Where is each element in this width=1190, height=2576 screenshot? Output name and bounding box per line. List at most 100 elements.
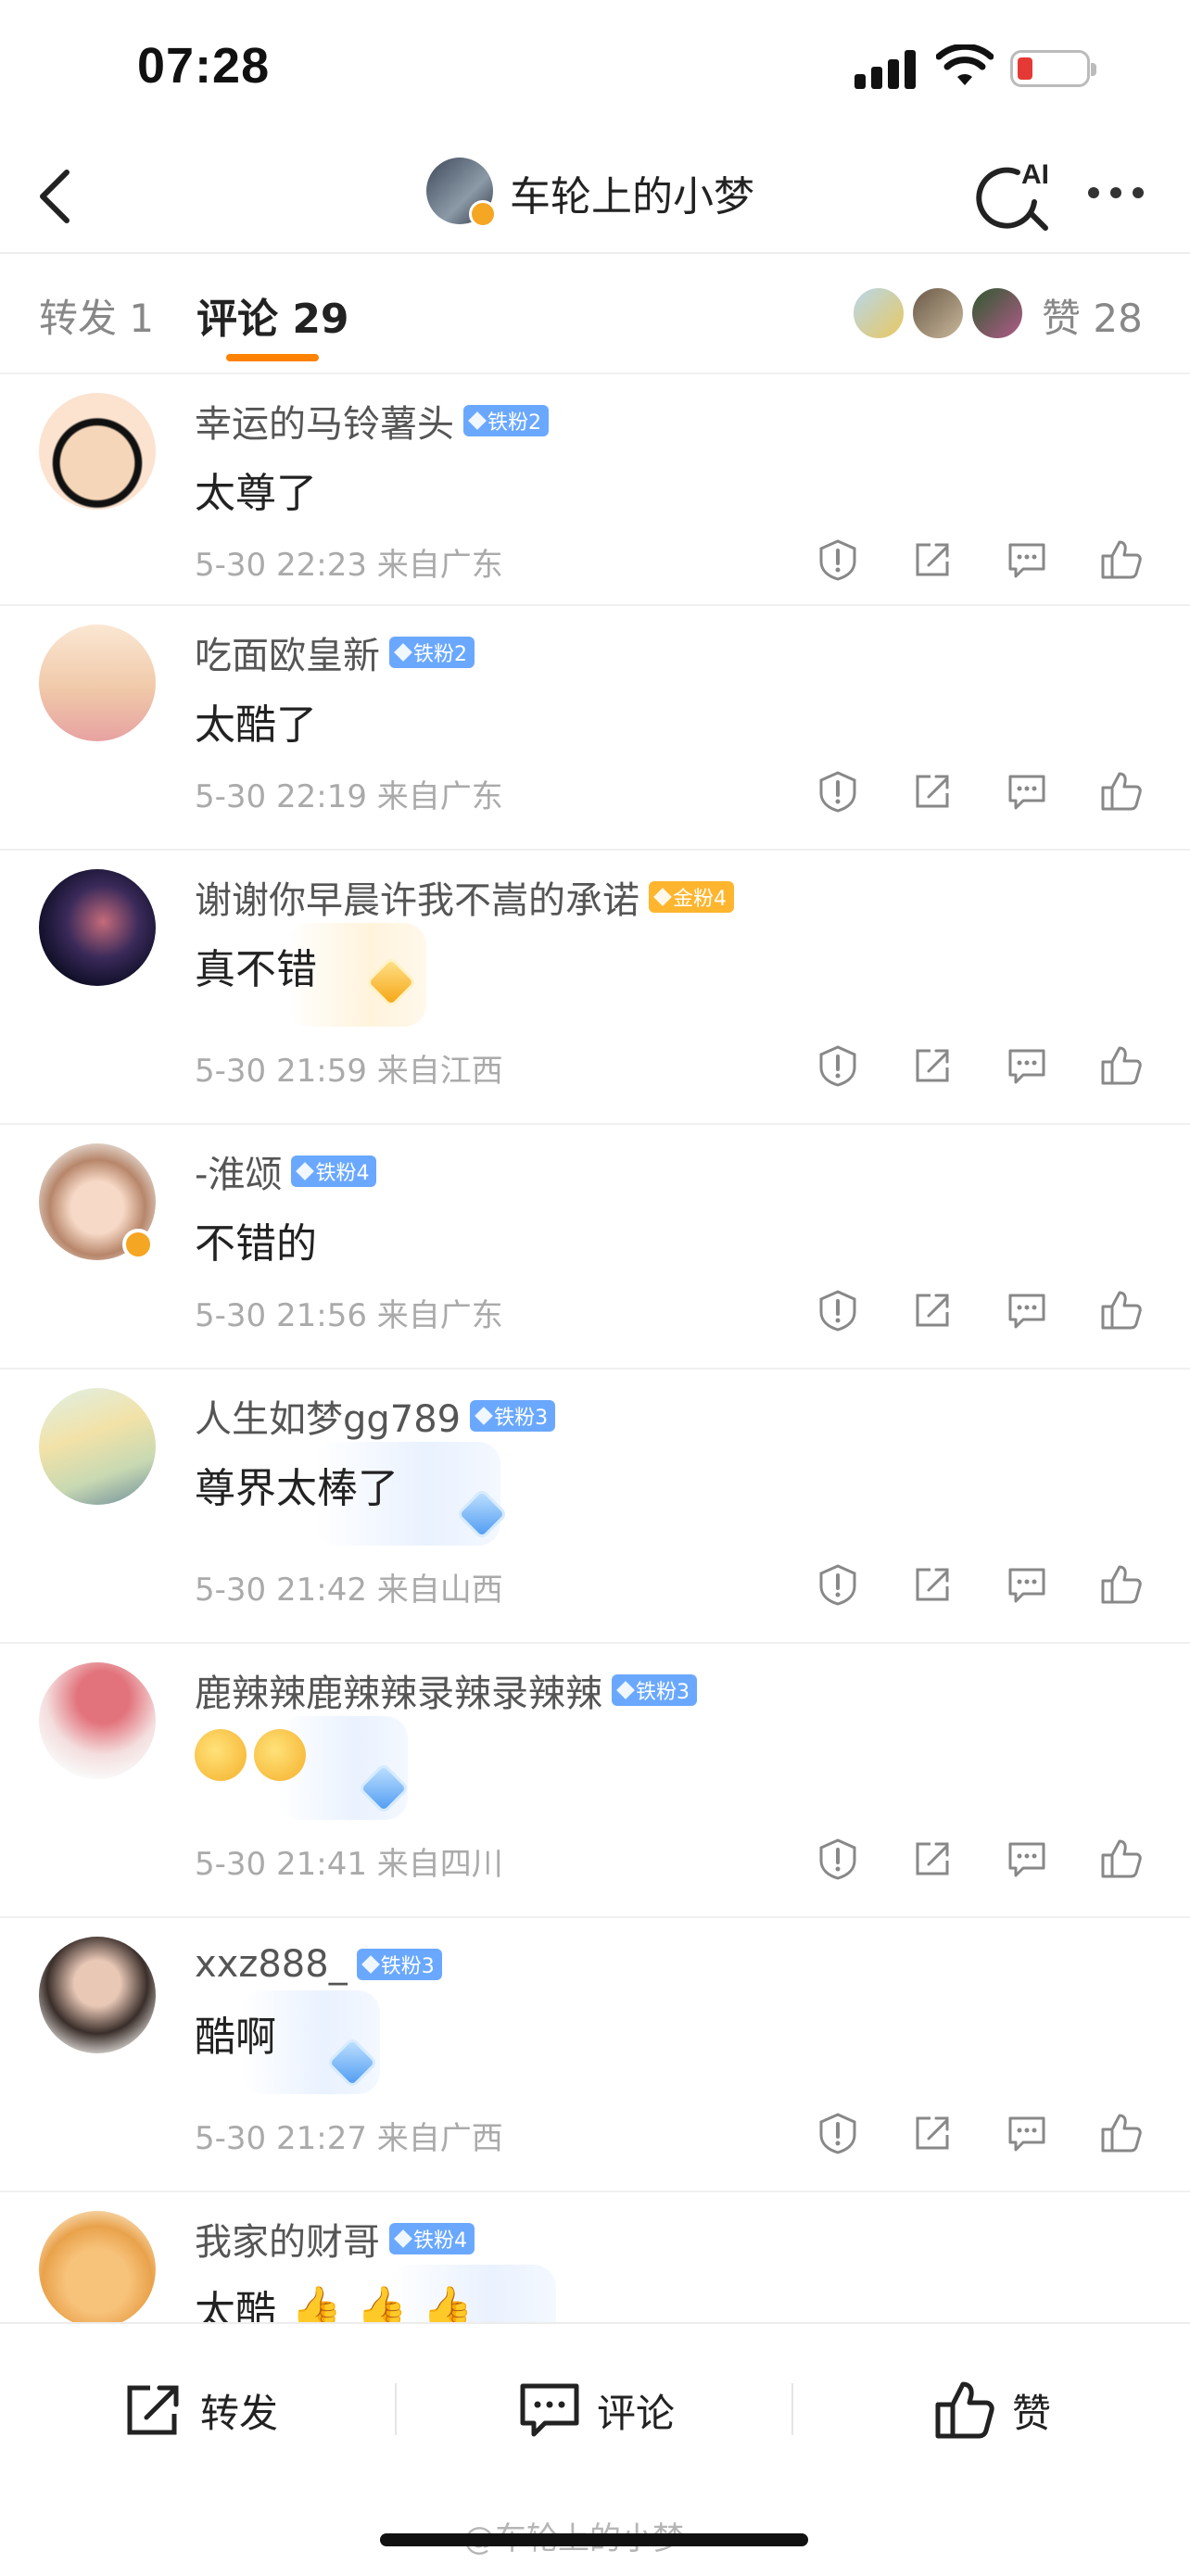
username[interactable]: 幸运的马铃薯头 [195,394,454,448]
battery-icon [1010,50,1096,87]
avatar[interactable] [39,1662,156,1779]
fan-badge: 铁粉4 [291,1155,377,1187]
fan-badge-label: 铁粉2 [413,643,467,666]
report-icon[interactable] [816,1288,860,1332]
comment-text: 真不错 [195,946,317,993]
reply-icon[interactable] [1005,2111,1049,2155]
comment-text [195,1729,313,1781]
comment-item: -淮颂 铁粉4 不错的 5-30 21:56 来自广东 [0,1123,1190,1368]
username[interactable]: -淮颂 [195,1144,282,1198]
fan-badge: 铁粉2 [463,405,549,436]
avatar[interactable] [39,2211,156,2328]
report-icon[interactable] [816,1562,860,1607]
liker-avatar [851,285,906,341]
like-button[interactable]: 赞 [934,2378,1051,2443]
report-icon[interactable] [816,1043,860,1088]
page-title[interactable]: 车轮上的小梦 [510,163,754,222]
comment-text: 酷啊 [195,2014,276,2061]
share-icon[interactable] [910,1043,955,1088]
comment-text: 太酷了 [195,701,317,749]
comment-tabs: 转发 1 评论 29 赞 28 [0,252,1190,374]
fan-badge: 铁粉4 [389,2223,475,2254]
share-icon[interactable] [910,1288,955,1332]
more-dots-icon[interactable] [1084,176,1149,204]
share-icon[interactable] [910,2111,955,2155]
avatar[interactable] [39,1937,156,2053]
comment-item: 吃面欧皇新 铁粉2 太酷了 5-30 22:19 来自广东 [0,604,1190,849]
reply-icon[interactable] [1005,769,1049,814]
comment-location: 来自广东 [376,1297,503,1334]
reply-icon[interactable] [1005,1043,1049,1088]
ai-search-icon[interactable]: AI [973,152,1057,235]
fan-badge: 铁粉3 [356,1949,442,1980]
repost-button[interactable]: 转发 [122,2378,278,2443]
divider [791,2383,793,2435]
diamond-icon [361,1955,380,1974]
comment-location: 来自四川 [376,1846,503,1883]
fan-badge: 铁粉3 [470,1400,556,1432]
like-icon[interactable] [1099,2111,1144,2155]
comment-actions [816,1038,1158,1093]
avatar[interactable] [39,1388,156,1505]
report-icon[interactable] [816,1837,860,1881]
home-indicator [380,2533,808,2546]
fan-badge: 铁粉2 [389,637,475,668]
share-icon[interactable] [910,537,955,582]
report-icon[interactable] [816,2111,860,2155]
chevron-left-icon[interactable] [28,159,93,234]
avatar[interactable] [39,625,156,741]
username[interactable]: 我家的财哥 [195,2212,380,2266]
comment-time: 5-30 21:56 [195,1297,367,1334]
comment-icon [520,2383,579,2437]
author-avatar[interactable] [426,158,497,228]
thumbs-up-icon [935,2381,994,2439]
comment-button[interactable]: 评论 [519,2378,675,2443]
reply-icon[interactable] [1005,1837,1049,1881]
username[interactable]: xxz888_ [195,1943,348,1986]
comment-actions [816,2105,1158,2161]
report-icon[interactable] [816,769,860,814]
like-icon[interactable] [1099,1562,1144,1607]
share-icon[interactable] [910,1837,955,1881]
fan-badge-label: 铁粉3 [380,1955,435,1978]
comment-meta: 5-30 22:23 来自广东 [195,539,503,585]
like-icon[interactable] [1099,1837,1144,1881]
fan-badge: 金粉4 [649,881,734,913]
reply-icon[interactable] [1005,1288,1049,1332]
liker-avatar [969,285,1025,341]
report-icon[interactable] [816,537,860,582]
fan-badge: 铁粉3 [612,1674,697,1706]
comment-time: 5-30 22:23 [195,547,367,584]
reply-icon[interactable] [1005,537,1049,582]
flower-face-emoji-icon [254,1729,306,1781]
username[interactable]: 吃面欧皇新 [195,625,380,679]
username[interactable]: 鹿辣辣鹿辣辣录辣录辣辣 [195,1663,602,1717]
reply-icon[interactable] [1005,1562,1049,1607]
comment-meta: 5-30 21:27 来自广西 [195,2113,503,2158]
username[interactable]: 人生如梦gg789 [195,1389,461,1443]
share-icon[interactable] [910,1562,955,1607]
username[interactable]: 谢谢你早晨许我不嵩的承诺 [195,870,639,924]
comment-location: 来自广东 [376,547,503,584]
comment-item: 人生如梦gg789 铁粉3 尊界太棒了 5-30 21:42 来自山西 [0,1368,1190,1642]
ai-label: AI [1021,159,1049,190]
avatar[interactable] [39,869,156,986]
like-icon[interactable] [1099,1288,1144,1332]
like-icon[interactable] [1099,769,1144,814]
diamond-icon [296,1162,315,1181]
comment-time: 5-30 21:27 [195,2120,367,2157]
comment-time: 5-30 21:42 [195,1572,367,1609]
liker-avatars[interactable] [851,285,1027,341]
comment-time: 5-30 21:41 [195,1846,367,1883]
share-icon[interactable] [910,769,955,814]
avatar[interactable] [39,393,156,510]
fan-badge-label: 金粉4 [673,888,727,911]
comment-time: 5-30 21:59 [195,1053,367,1090]
nav-bar: 车轮上的小梦 AI [0,139,1190,254]
like-icon[interactable] [1099,537,1144,582]
like-icon[interactable] [1099,1043,1144,1088]
tab-repost[interactable]: 转发 1 [39,287,154,344]
tab-likes[interactable]: 赞 28 [1042,287,1143,344]
tab-comment[interactable]: 评论 29 [196,285,349,345]
diamond-icon [468,411,487,430]
